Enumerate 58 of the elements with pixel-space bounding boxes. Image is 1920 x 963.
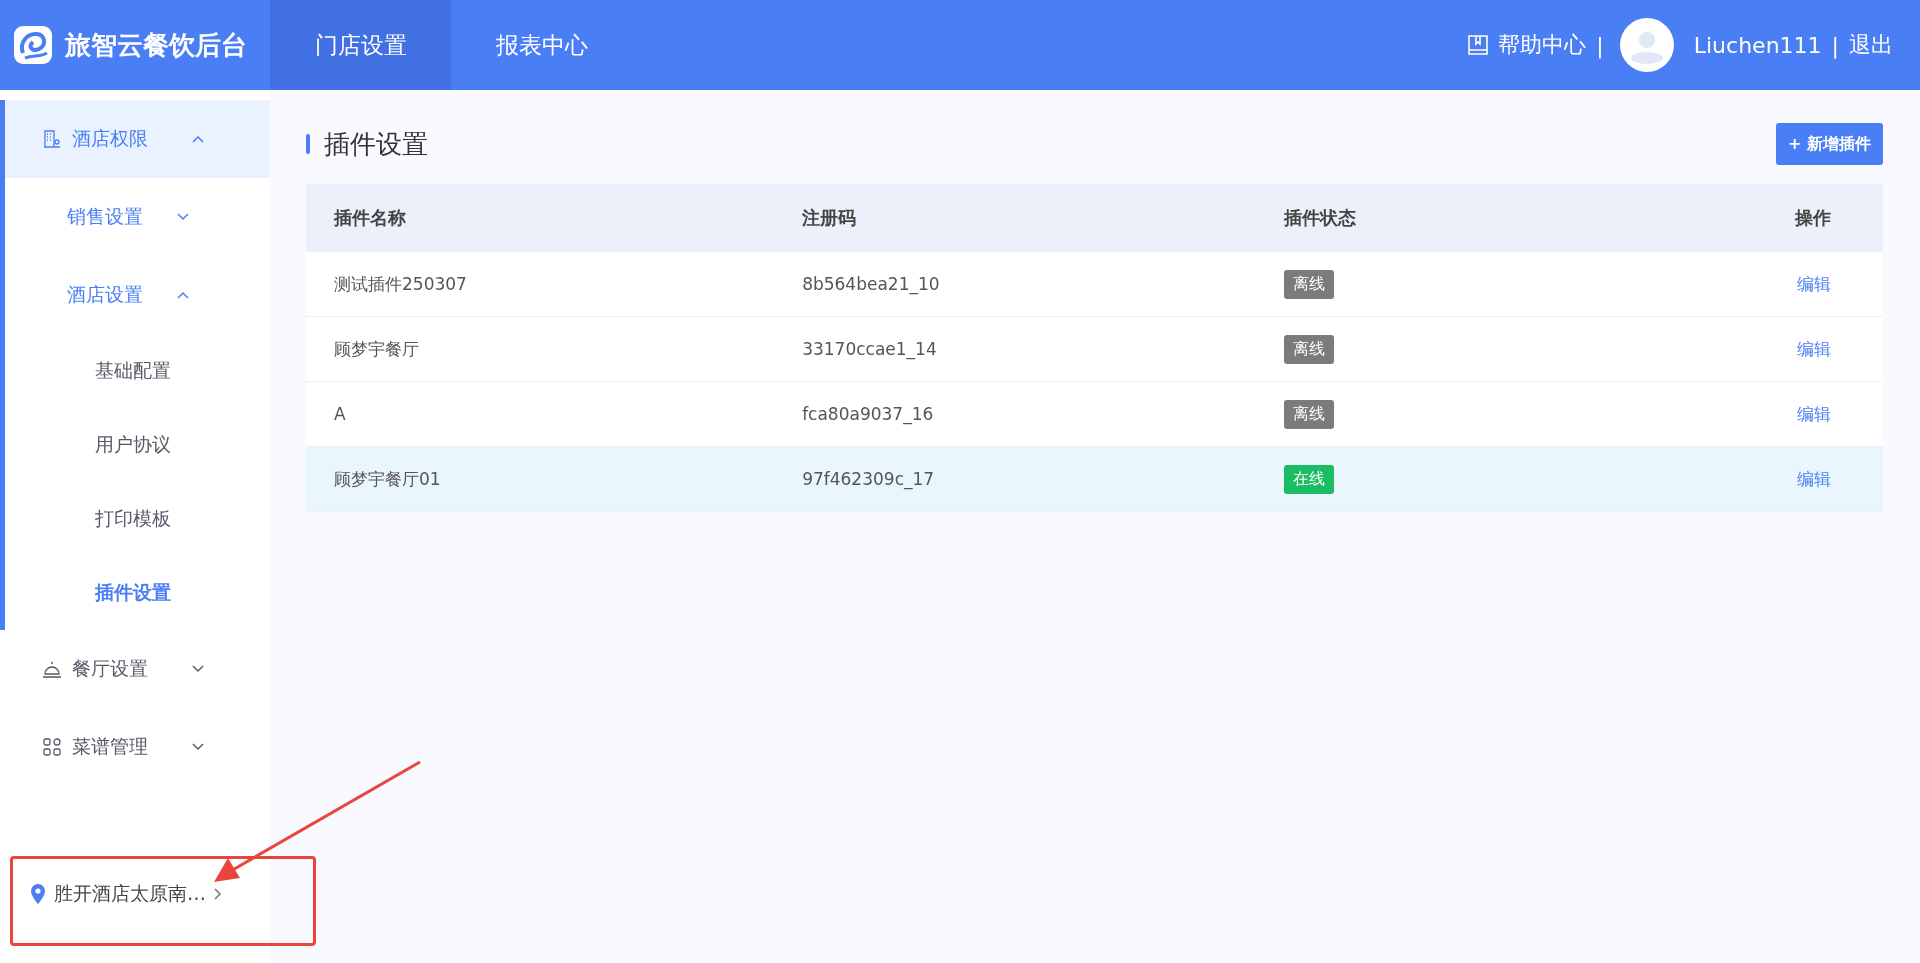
submenu-item[interactable]: 酒店设置 — [5, 256, 270, 334]
location-pin-icon — [30, 884, 46, 904]
edit-link[interactable]: 编辑 — [1797, 273, 1831, 294]
status-tag: 离线 — [1283, 399, 1334, 429]
menu-item[interactable]: 打印模板 — [0, 482, 270, 556]
cloche-icon — [42, 659, 62, 679]
menu-item[interactable]: 餐厅设置 — [0, 630, 270, 708]
avatar-icon[interactable] — [1619, 18, 1674, 72]
status-tag: 离线 — [1283, 269, 1334, 299]
chevron-right-icon — [214, 888, 222, 900]
column-header: 注册码 — [774, 184, 1256, 252]
add-plugin-button[interactable]: + 新增插件 — [1776, 123, 1883, 165]
title-accent — [306, 134, 310, 154]
table-cell: 顾梦宇餐厅01 — [306, 446, 775, 512]
table-cell: fca80a9037_16 — [774, 381, 1256, 447]
column-header: 操作 — [1547, 184, 1883, 252]
column-header: 插件名称 — [306, 184, 775, 252]
chevron-icon — [177, 213, 189, 221]
table-row[interactable]: 顾梦宇餐厅01 97f462309c_17 在线 编辑 — [306, 446, 1883, 512]
submenu-item[interactable]: 销售设置 — [5, 178, 270, 256]
menu-item[interactable]: 基础配置 — [0, 334, 270, 408]
grid-icon — [42, 737, 62, 757]
nav-tab[interactable]: 门店设置 — [270, 0, 451, 90]
help-center-link[interactable]: 帮助中心 — [1498, 30, 1587, 60]
logo-icon — [13, 25, 53, 65]
page-title: 插件设置 — [324, 127, 428, 161]
separator: | — [1596, 32, 1604, 58]
chevron-icon — [192, 135, 204, 143]
table-row[interactable]: 顾梦宇餐厅 33170ccae1_14 离线 编辑 — [306, 316, 1883, 382]
status-tag: 离线 — [1283, 334, 1334, 364]
edit-link[interactable]: 编辑 — [1797, 338, 1831, 359]
location-selector[interactable]: 胜开酒店太原南… — [0, 855, 270, 933]
table-cell: 8b564bea21_10 — [774, 252, 1256, 317]
nav-tab[interactable]: 报表中心 — [451, 0, 632, 90]
menu-item[interactable]: 用户协议 — [0, 408, 270, 482]
chevron-icon — [177, 291, 189, 299]
username: Liuchen111 — [1693, 32, 1822, 58]
table-cell: 97f462309c_17 — [774, 446, 1256, 512]
menu-item[interactable]: 酒店权限 — [5, 100, 270, 178]
building-icon — [42, 129, 62, 149]
menu-item[interactable]: 菜谱管理 — [0, 708, 270, 786]
table-cell: 测试插件250307 — [306, 252, 775, 317]
app-title: 旅智云餐饮后台 — [65, 28, 247, 62]
logout-link[interactable]: 退出 — [1849, 30, 1893, 60]
edit-link[interactable]: 编辑 — [1797, 468, 1831, 489]
chevron-icon — [192, 665, 204, 673]
edit-link[interactable]: 编辑 — [1797, 403, 1831, 424]
table-cell: 顾梦宇餐厅 — [306, 316, 775, 382]
table-cell: A — [306, 381, 775, 447]
table-row[interactable]: A fca80a9037_16 离线 编辑 — [306, 381, 1883, 447]
separator: | — [1831, 32, 1839, 58]
table-row[interactable]: 测试插件250307 8b564bea21_10 离线 编辑 — [306, 252, 1883, 317]
column-header: 插件状态 — [1255, 184, 1548, 252]
book-icon — [1466, 33, 1491, 57]
status-tag: 在线 — [1283, 464, 1334, 494]
table-cell: 33170ccae1_14 — [774, 316, 1256, 382]
chevron-icon — [192, 743, 204, 751]
menu-item[interactable]: 插件设置 — [0, 556, 270, 630]
